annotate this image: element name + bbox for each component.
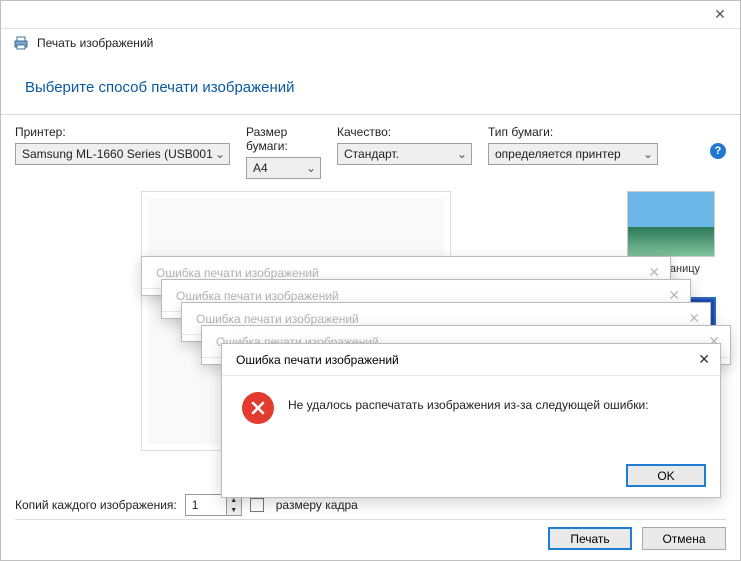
error-ok-button[interactable]: OK	[626, 464, 706, 487]
chevron-down-icon: ⌄	[215, 147, 225, 161]
error-icon	[242, 392, 274, 424]
paper-size-value: A4	[253, 161, 268, 175]
printer-icon	[13, 35, 29, 51]
quality-value: Стандарт.	[344, 147, 399, 161]
window-title: Печать изображений	[37, 36, 153, 50]
paper-size-combobox[interactable]: A4 ⌄	[246, 157, 321, 179]
chevron-down-icon: ⌄	[643, 147, 653, 161]
printer-label: Принтер:	[15, 125, 230, 139]
print-button[interactable]: Печать	[548, 527, 632, 550]
layout-image-icon	[627, 191, 715, 257]
error-dialog-titlebar: Ошибка печати изображений ✕	[222, 344, 720, 376]
error-message: Не удалось распечатать изображения из-за…	[288, 392, 649, 412]
paper-type-combobox[interactable]: определяется принтер ⌄	[488, 143, 658, 165]
cancel-button[interactable]: Отмена	[642, 527, 726, 550]
help-icon[interactable]: ?	[710, 143, 726, 159]
quality-label: Качество:	[337, 125, 472, 139]
print-pictures-window: ✕ Печать изображений Выберите способ печ…	[0, 0, 741, 561]
error-dialog-close-button[interactable]: ✕	[698, 351, 710, 368]
instruction-text: Выберите способ печати изображений	[1, 61, 740, 115]
print-options-row: Принтер: Samsung ML-1660 Series (USB001 …	[1, 115, 740, 185]
quality-combobox[interactable]: Стандарт. ⌄	[337, 143, 472, 165]
error-dialog: Ошибка печати изображений ✕ Не удалось р…	[221, 343, 721, 498]
printer-value: Samsung ML-1660 Series (USB001	[22, 147, 213, 161]
paper-size-label: Размер бумаги:	[246, 125, 321, 153]
copies-label: Копий каждого изображения:	[15, 498, 177, 512]
divider	[15, 519, 726, 520]
spinner-down-icon[interactable]: ▼	[227, 505, 241, 515]
window-close-button[interactable]: ✕	[700, 1, 740, 29]
copies-value: 1	[186, 498, 226, 512]
titlebar: ✕	[1, 1, 740, 29]
header-row: Печать изображений	[1, 29, 740, 61]
paper-type-value: определяется принтер	[495, 147, 621, 161]
printer-combobox[interactable]: Samsung ML-1660 Series (USB001 ⌄	[15, 143, 230, 165]
dialog-button-bar: Печать Отмена	[548, 527, 726, 550]
chevron-down-icon: ⌄	[457, 147, 467, 161]
paper-type-label: Тип бумаги:	[488, 125, 658, 139]
error-dialog-title: Ошибка печати изображений	[236, 353, 399, 367]
fit-checkbox[interactable]	[250, 498, 264, 512]
chevron-down-icon: ⌄	[306, 161, 316, 175]
fit-to-frame-label: размеру кадра	[276, 498, 358, 512]
